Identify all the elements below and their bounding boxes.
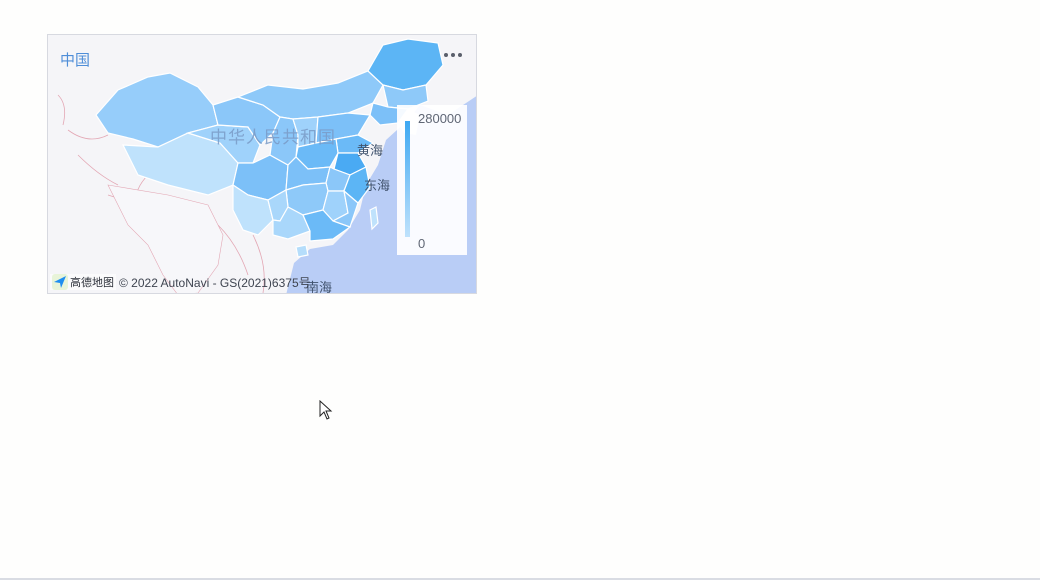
amap-logo[interactable]: 高德地图 [50, 274, 116, 290]
amap-logo-text: 高德地图 [70, 276, 114, 289]
country-label: 中华人民共和国 [210, 128, 336, 148]
legend-max-label: 280000 [418, 111, 462, 126]
visual-map-legend[interactable]: 280000 0 [397, 105, 467, 255]
more-horizontal-icon [444, 53, 448, 57]
amap-logo-icon [52, 274, 68, 290]
more-dot [451, 53, 455, 57]
more-dot [458, 53, 462, 57]
legend-min-label: 0 [418, 236, 426, 251]
card-title: 中国 [60, 51, 91, 69]
legend-gradient-bar[interactable] [405, 121, 410, 237]
map-card[interactable]: 中国 中华人民共和国 黄海 东海 南海 280000 0 高德地图 © 2022… [47, 34, 477, 294]
sea-label-yellow-sea: 黄海 [357, 144, 384, 159]
mouse-cursor-icon [319, 400, 333, 420]
copyright-text: © 2022 AutoNavi - GS(2021)6375号 [119, 275, 311, 290]
province-hainan [295, 244, 309, 258]
sea-label-east-china-sea: 东海 [364, 179, 391, 194]
map-attribution: 高德地图 © 2022 AutoNavi - GS(2021)6375号 [50, 273, 311, 291]
more-options-button[interactable] [442, 44, 464, 66]
